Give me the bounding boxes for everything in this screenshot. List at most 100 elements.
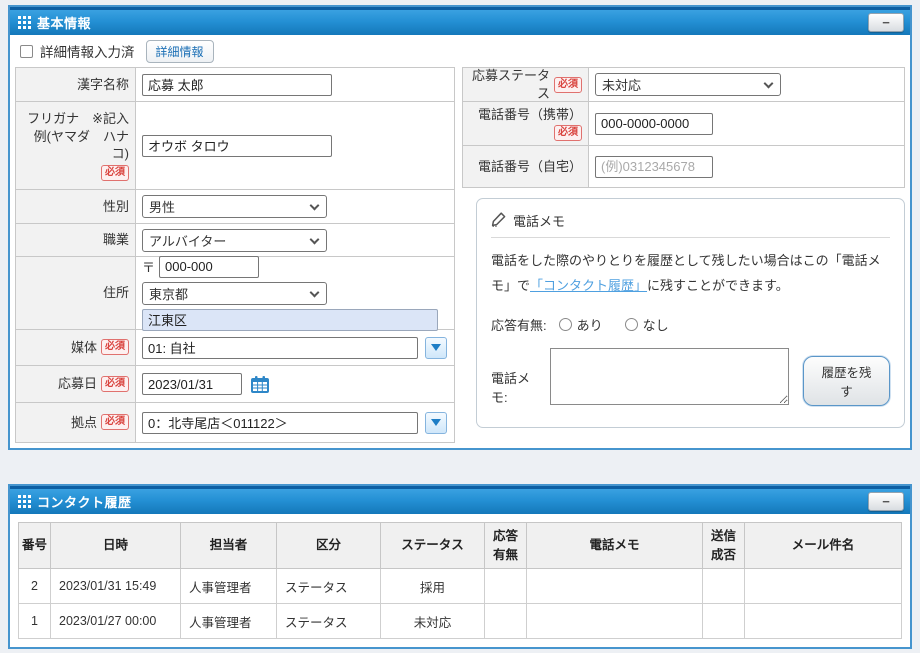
save-history-button[interactable]: 履歴を残す [803,356,890,406]
column-header: 番号 [19,523,51,569]
page: 基本情報 − 詳細情報入力済 詳細情報 漢字名称 [0,0,920,653]
phone-home-row: 電話番号（自宅） [463,146,904,188]
apply-date-row: 応募日 必須 [16,366,454,403]
required-badge: 必須 [101,376,129,392]
occupation-select[interactable]: アルバイター [142,229,327,252]
calendar-icon[interactable] [250,375,270,394]
phone-memo-title: 電話メモ [513,211,565,230]
address-row: 住所 〒 東京都 [16,257,454,330]
response-no-radio[interactable] [625,318,638,331]
panel-gap [8,450,912,484]
phone-mobile-label: 電話番号（携帯） [478,106,582,124]
media-label: 媒体 [71,339,97,357]
basic-info-title: 基本情報 [37,13,91,32]
apply-date-input[interactable] [142,373,242,395]
branch-row: 拠点 必須 [16,403,454,443]
gender-row: 性別 男性 [16,190,454,224]
detail-entered-label: 詳細情報入力済 [40,41,135,61]
phone-home-label: 電話番号（自宅） [463,146,589,187]
kanji-name-row: 漢字名称 [16,68,454,102]
phone-memo-field-label: 電話メモ: [491,368,544,406]
media-input[interactable] [142,337,418,359]
phone-memo-box: 電話メモ 電話をした際のやりとりを履歴として残したい場合はこの「電話メモ」で「コ… [476,198,905,428]
postal-mark: 〒 [142,257,155,276]
contact-history-panel: コンタクト履歴 − 番号日時担当者区分ステータス応答有無電話メモ送信成否メール件… [8,484,912,649]
column-header: 担当者 [181,523,277,569]
required-badge: 必須 [554,125,582,141]
required-badge: 必須 [101,414,129,430]
apply-status-label: 応募ステータス [467,67,550,102]
apply-date-label: 応募日 [58,375,97,393]
basic-info-panel: 基本情報 − 詳細情報入力済 詳細情報 漢字名称 [8,5,912,450]
column-header: ステータス [381,523,485,569]
detail-info-button[interactable]: 詳細情報 [146,40,214,63]
postal-code-input[interactable] [159,256,259,278]
furigana-label: フリガナ ※記入例(ヤマダ ハナコ) [20,110,129,163]
city-input[interactable] [142,309,438,331]
apply-status-row: 応募ステータス 必須 未対応 [463,68,904,102]
table-row: 12023/01/27 00:00人事管理者ステータス未対応 [19,604,902,639]
detail-entered-checkbox[interactable] [20,45,33,58]
basic-info-body: 詳細情報入力済 詳細情報 漢字名称 フリガナ ※記入例(ヤマダ ハナコ) [10,35,910,448]
response-yes-label: あり [577,315,603,334]
minimize-button[interactable]: − [868,492,904,511]
grid-icon [18,16,31,29]
prefecture-select[interactable]: 東京都 [142,282,327,305]
left-form-table: 漢字名称 フリガナ ※記入例(ヤマダ ハナコ) 必須 [15,67,455,443]
caret-down-icon [431,419,441,426]
contact-history-title: コンタクト履歴 [37,492,132,511]
phone-home-input[interactable] [595,156,713,178]
contact-history-table: 番号日時担当者区分ステータス応答有無電話メモ送信成否メール件名 22023/01… [18,522,902,639]
gender-label: 性別 [16,190,136,223]
right-form-table: 応募ステータス 必須 未対応 [462,67,905,188]
phone-mobile-row: 電話番号（携帯） 必須 [463,102,904,146]
apply-status-select[interactable]: 未対応 [595,73,781,96]
contact-history-header-row: 番号日時担当者区分ステータス応答有無電話メモ送信成否メール件名 [19,523,902,569]
response-yes-radio[interactable] [559,318,572,331]
column-header: 日時 [51,523,181,569]
phone-memo-textarea[interactable] [550,348,789,405]
chevron-down-icon [310,234,320,244]
response-label: 応答有無: [491,315,547,334]
gender-select[interactable]: 男性 [142,195,327,218]
response-row: 応答有無: あり なし [491,315,890,334]
furigana-row: フリガナ ※記入例(ヤマダ ハナコ) 必須 [16,102,454,190]
column-header: 応答有無 [485,523,527,569]
chevron-down-icon [764,79,774,89]
branch-dropdown-button[interactable] [425,412,447,434]
column-header: 区分 [277,523,381,569]
contact-history-tbody: 22023/01/31 15:49人事管理者ステータス採用12023/01/27… [19,569,902,639]
right-form-column: 応募ステータス 必須 未対応 [462,67,905,428]
pencil-icon [491,212,506,230]
branch-input[interactable] [142,412,418,434]
chevron-down-icon [310,287,320,297]
contact-history-header: コンタクト履歴 − [10,486,910,514]
phone-memo-description: 電話をした際のやりとりを履歴として残したい場合はこの「電話メモ」で「コンタクト履… [491,248,890,299]
chevron-down-icon [310,201,320,211]
contact-history-link[interactable]: 「コンタクト履歴」 [530,278,647,293]
minimize-button[interactable]: − [868,13,904,32]
detail-entered-row: 詳細情報入力済 詳細情報 [10,35,910,67]
media-dropdown-button[interactable] [425,337,447,359]
basic-info-header: 基本情報 − [10,7,910,35]
column-header: メール件名 [745,523,902,569]
column-header: 電話メモ [527,523,703,569]
table-row: 22023/01/31 15:49人事管理者ステータス採用 [19,569,902,604]
furigana-input[interactable] [142,135,332,157]
kanji-name-label: 漢字名称 [16,68,136,101]
kanji-name-input[interactable] [142,74,332,96]
grid-icon [18,495,31,508]
response-no-label: なし [643,315,669,334]
required-badge: 必須 [101,165,129,181]
required-badge: 必須 [101,339,129,355]
caret-down-icon [431,344,441,351]
contact-history-body: 番号日時担当者区分ステータス応答有無電話メモ送信成否メール件名 22023/01… [10,514,910,647]
phone-mobile-input[interactable] [595,113,713,135]
column-header: 送信成否 [703,523,745,569]
memo-input-row: 電話メモ: 履歴を残す [491,348,890,406]
branch-label: 拠点 [71,414,97,432]
required-badge: 必須 [554,77,582,93]
basic-info-form: 漢字名称 フリガナ ※記入例(ヤマダ ハナコ) 必須 [10,67,910,448]
occupation-label: 職業 [16,224,136,256]
media-row: 媒体 必須 [16,330,454,366]
